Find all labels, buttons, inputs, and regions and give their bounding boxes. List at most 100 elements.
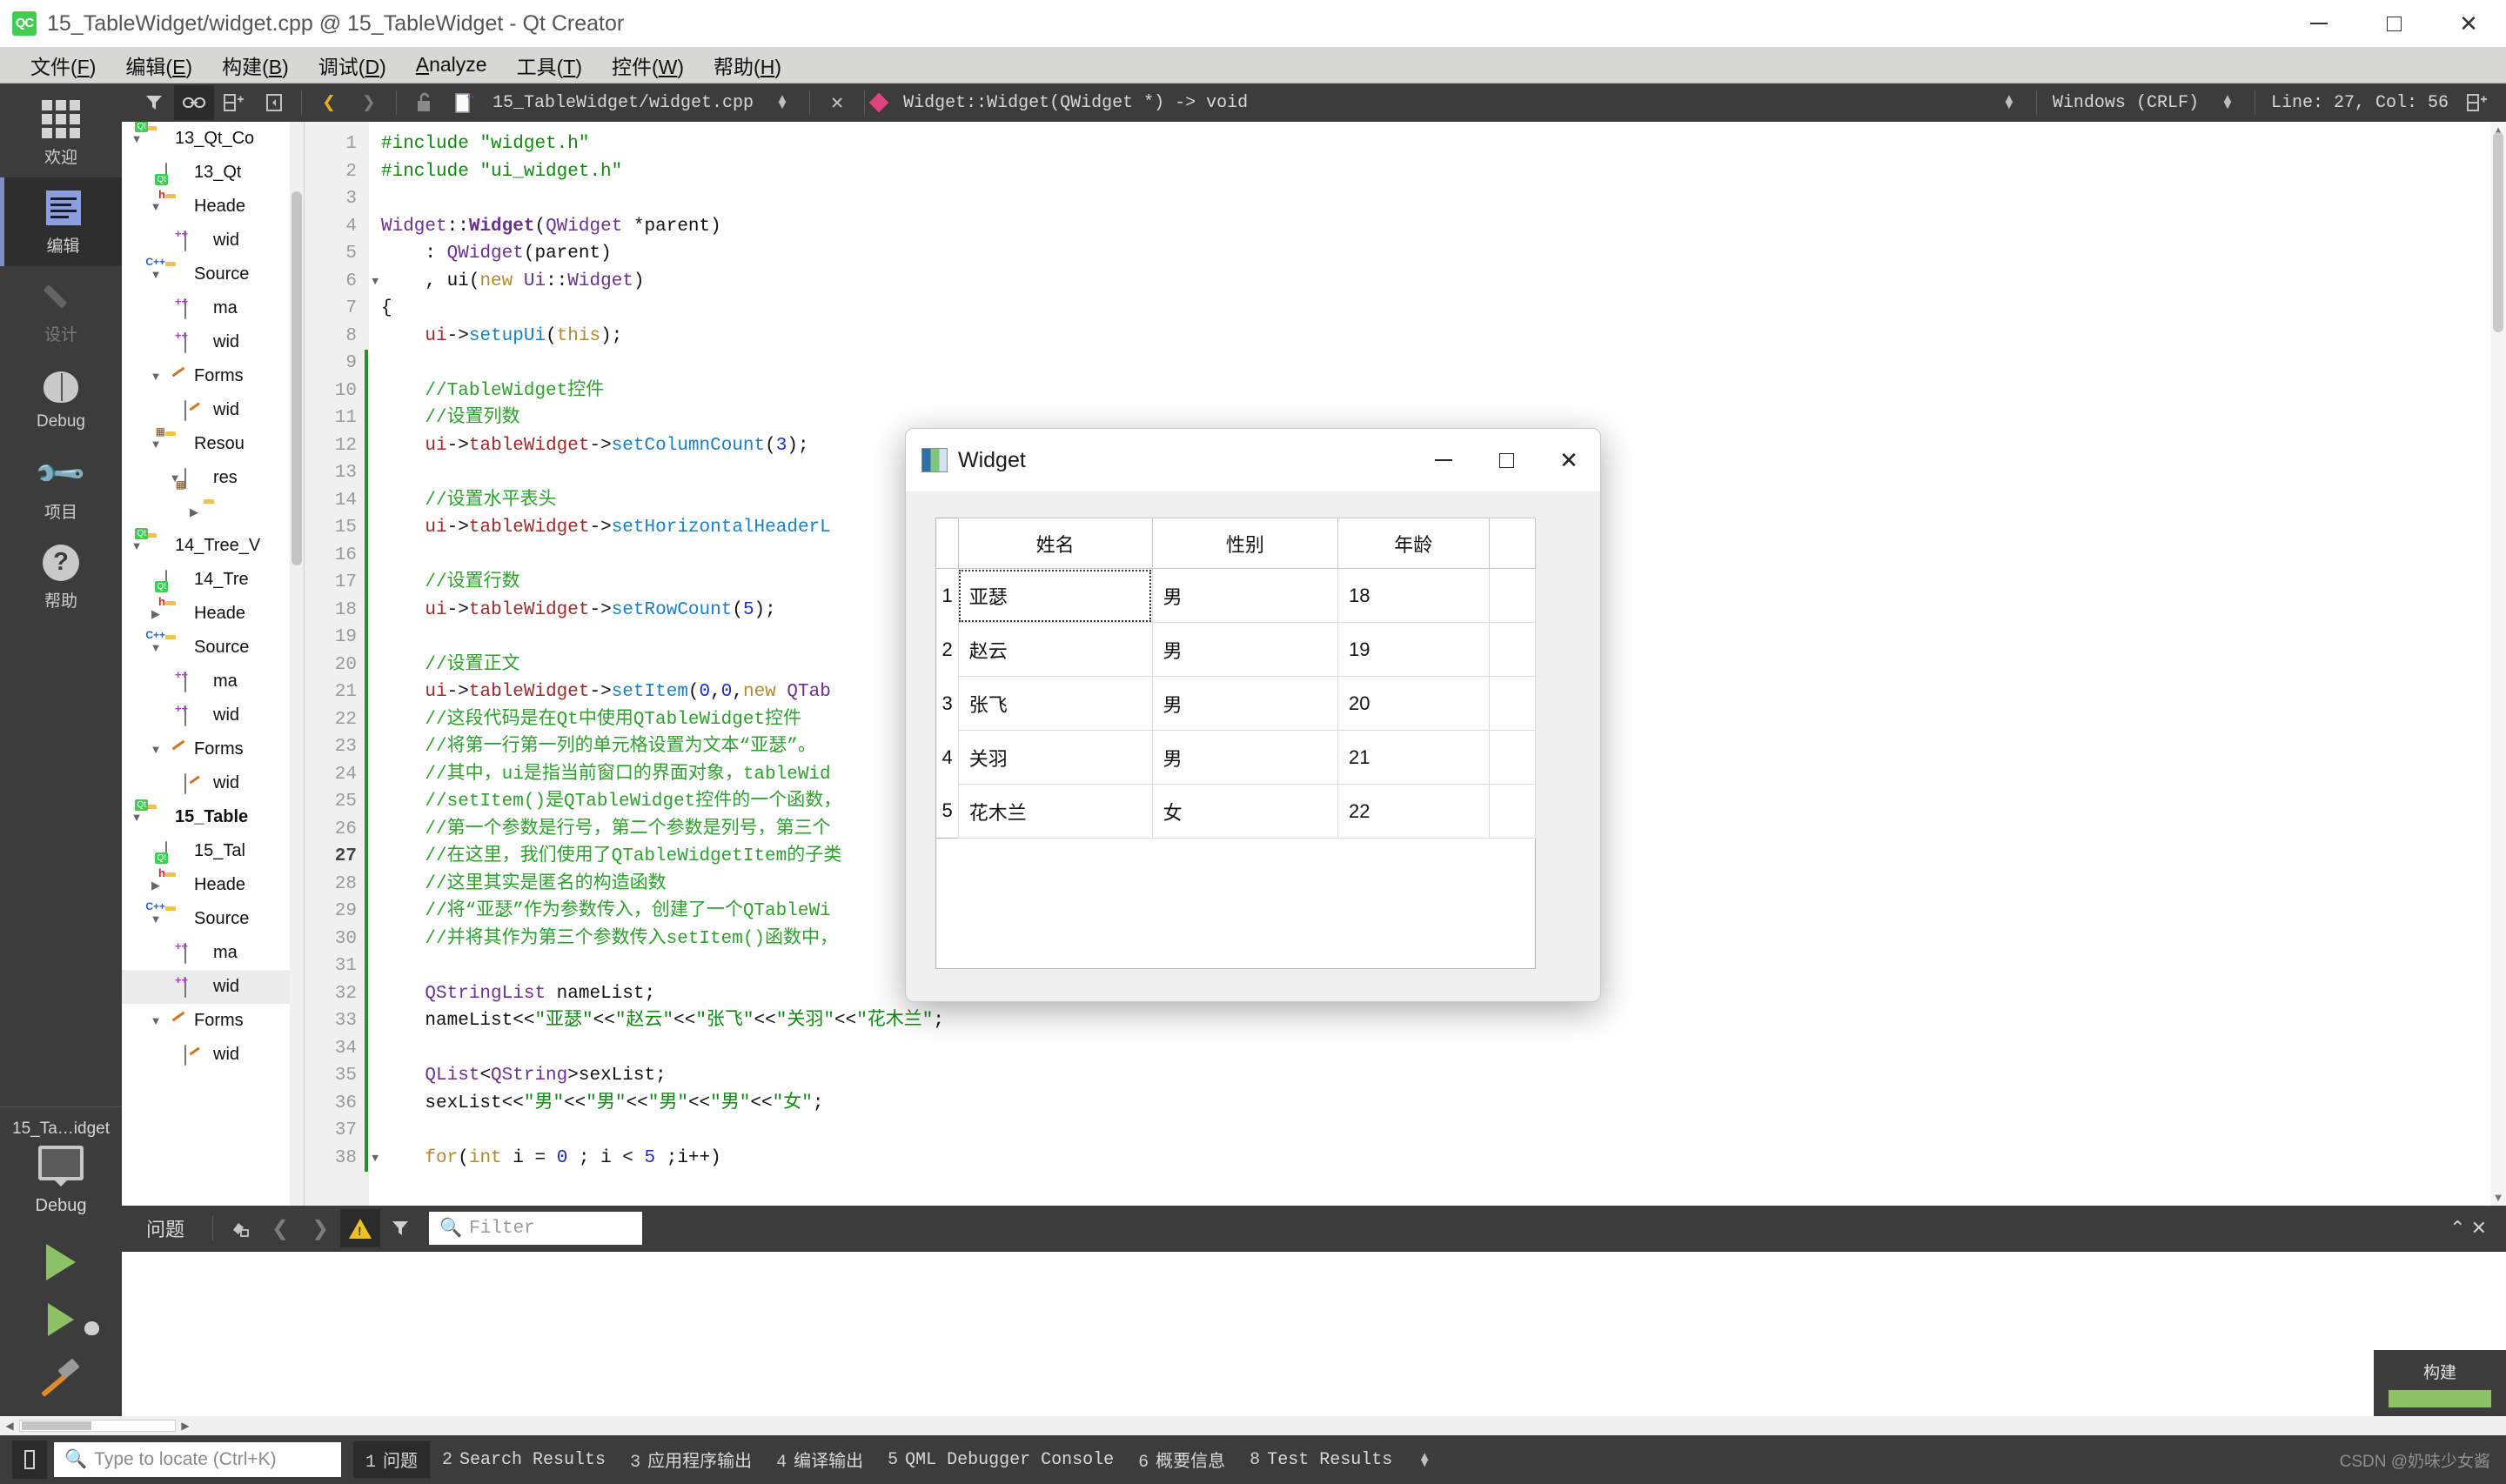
tree-node[interactable]: Qt 15_Tal [122, 834, 304, 868]
tree-expand-arrow-icon[interactable]: ▼ [146, 743, 165, 756]
split-horizontal-icon[interactable] [214, 85, 254, 120]
tree-expand-arrow-icon[interactable]: ▼ [127, 539, 146, 552]
maximize-button[interactable] [2356, 0, 2431, 47]
issues-list-area[interactable]: 构建 [122, 1251, 2506, 1416]
project-tree[interactable]: ▼ Qt 13_Qt_Co Qt 13_Qt ▼ h Heade ++ wid ▼ C++ Source… [122, 122, 305, 1206]
tree-expand-arrow-icon[interactable]: ▼ [146, 370, 165, 383]
tree-node[interactable]: ++ ma [122, 665, 304, 699]
qt-widget-dialog[interactable]: Widget ✕ 姓名 性别 年龄 1亚瑟男182赵云男193张飞 [905, 428, 1601, 1002]
tree-expand-arrow-icon[interactable]: ▶ [184, 505, 204, 519]
tree-node[interactable]: wid [122, 1038, 304, 1072]
table-cell[interactable]: 男 [1151, 676, 1339, 731]
menu-help[interactable]: 帮助(H) [699, 47, 796, 84]
tree-node[interactable]: ▼ h Heade [122, 189, 304, 224]
close-pane-icon[interactable]: ✕ [2471, 1217, 2487, 1240]
line-ending-label[interactable]: Windows (CRLF) [2044, 93, 2208, 113]
sidebar-item-design[interactable]: 设计 [0, 266, 122, 355]
tree-node[interactable]: ▼ Qt 14_Tree_V [122, 527, 304, 563]
output-pane-tab[interactable]: 2 Search Results [430, 1445, 618, 1475]
table-cell[interactable]: 女 [1151, 784, 1339, 839]
forward-chevron-icon[interactable]: ❯ [349, 85, 389, 120]
column-header-name[interactable]: 姓名 [957, 518, 1153, 569]
filter-funnel-icon[interactable] [380, 1209, 420, 1247]
sidebar-item-debug[interactable]: Debug [0, 355, 122, 444]
table-cell[interactable]: 花木兰 [957, 784, 1153, 839]
tree-node[interactable]: ▶ h Heade [122, 596, 304, 631]
menu-analyze[interactable]: Analyze [401, 50, 502, 80]
tree-node[interactable]: ▶ h Heade [122, 867, 304, 902]
data-table[interactable]: 姓名 性别 年龄 1 亚瑟男 18 2 赵云男 19 3 张飞男 20 4 关羽男 21 5 花木兰女 22 [935, 518, 1536, 839]
tree-node[interactable]: ▼ Forms [122, 1004, 304, 1038]
encoding-dropdown[interactable]: ▲ ▼ [2208, 85, 2248, 120]
tree-node[interactable]: ▶ [122, 495, 304, 529]
sidebar-item-edit[interactable]: 编辑 [0, 177, 122, 266]
scroll-down-arrow-icon[interactable]: ▼ [2492, 1191, 2504, 1204]
tree-node[interactable]: ▼ C++ Source [122, 257, 304, 291]
menu-widgets[interactable]: 控件(W) [597, 47, 699, 84]
hscroll-thumb[interactable] [22, 1421, 91, 1430]
issues-filter-input[interactable]: 🔍 Filter [429, 1212, 643, 1245]
tree-node[interactable]: ▼ Forms [122, 359, 304, 393]
qt-maximize-button[interactable] [1475, 429, 1538, 491]
close-button[interactable]: ✕ [2431, 0, 2506, 47]
output-pane-more-dropdown[interactable]: ▲ ▼ [1404, 1442, 1444, 1477]
menu-debug[interactable]: 调试(D) [304, 47, 401, 84]
tree-node[interactable]: Qt 14_Tre [122, 563, 304, 597]
tree-expand-arrow-icon[interactable]: ▼ [146, 268, 165, 281]
column-header-age[interactable]: 年龄 [1337, 518, 1490, 569]
table-cell[interactable]: 男 [1151, 568, 1339, 623]
open-file-name[interactable]: 15_TableWidget/widget.cpp [484, 93, 762, 113]
table-cell[interactable]: 关羽 [957, 730, 1153, 785]
table-cell[interactable]: 张飞 [957, 676, 1153, 731]
close-split-icon[interactable] [254, 85, 294, 120]
tree-node[interactable]: ++ wid [122, 699, 304, 732]
column-header-gender[interactable]: 性别 [1151, 518, 1339, 569]
next-item-icon[interactable]: ❯ [300, 1209, 340, 1247]
menu-edit[interactable]: 编辑(E) [111, 47, 207, 84]
table-cell[interactable]: 亚瑟 [957, 568, 1153, 623]
table-cell[interactable]: 赵云 [957, 622, 1153, 677]
tree-node[interactable]: ▼ Qt 15_Table [122, 799, 304, 834]
unlocked-padlock-icon[interactable] [404, 85, 444, 120]
table-row[interactable]: 1 亚瑟男 18 [935, 568, 1536, 623]
tree-node[interactable]: ++ ma [122, 291, 304, 325]
tree-expand-arrow-icon[interactable]: ▼ [146, 438, 165, 451]
back-chevron-icon[interactable]: ❮ [309, 85, 349, 120]
tree-node[interactable]: ▼ ▦ Resou [122, 426, 304, 461]
tree-expand-arrow-icon[interactable]: ▼ [127, 132, 146, 145]
menu-build[interactable]: 构建(B) [207, 47, 304, 84]
tree-node[interactable]: ▼ C++ Source [122, 630, 304, 665]
tree-node[interactable]: ▼ ▦ res [122, 461, 304, 495]
output-pane-tab[interactable]: 5 QML Debugger Console [875, 1445, 1126, 1475]
toggle-sidebar-icon[interactable] [12, 1441, 47, 1479]
tree-node[interactable]: ++ wid [122, 224, 304, 257]
table-row[interactable]: 2 赵云男 19 [935, 622, 1536, 677]
tree-expand-arrow-icon[interactable]: ▶ [146, 607, 165, 621]
tree-expand-arrow-icon[interactable]: ▶ [146, 879, 165, 892]
qt-close-button[interactable]: ✕ [1538, 429, 1600, 491]
kit-selector[interactable]: 15_Ta…idget Debug [0, 1106, 122, 1221]
output-pane-tab[interactable]: 3 应用程序输出 [618, 1441, 764, 1478]
tree-node[interactable]: wid [122, 393, 304, 427]
tree-node[interactable]: ▼ Forms [122, 732, 304, 766]
hscroll-track[interactable] [19, 1420, 176, 1432]
split-right-icon[interactable] [2457, 85, 2497, 120]
tree-node[interactable]: wid [122, 766, 304, 800]
hscroll-right-arrow-icon[interactable]: ▶ [176, 1420, 195, 1432]
filter-icon[interactable] [134, 85, 174, 120]
tree-node[interactable]: ++ wid [122, 970, 304, 1004]
run-play-icon[interactable] [46, 1244, 76, 1280]
sidebar-item-welcome[interactable]: 欢迎 [0, 89, 122, 177]
menu-file[interactable]: 文件(F) [16, 47, 111, 84]
table-row[interactable]: 3 张飞男 20 [935, 676, 1536, 731]
build-hammer-icon[interactable] [41, 1360, 81, 1400]
tree-expand-arrow-icon[interactable]: ▼ [146, 641, 165, 654]
tree-expand-arrow-icon[interactable]: ▼ [146, 200, 165, 213]
table-cell[interactable]: 22 [1337, 784, 1490, 839]
table-cell[interactable]: 21 [1337, 730, 1490, 785]
table-cell[interactable]: 18 [1337, 568, 1490, 623]
qt-minimize-button[interactable] [1412, 429, 1475, 491]
tree-node[interactable]: Qt 13_Qt [122, 156, 304, 190]
current-symbol[interactable]: Widget::Widget(QWidget *) -> void [895, 93, 1256, 113]
editor-vertical-scrollbar[interactable]: ▲ ▼ [2490, 122, 2506, 1206]
